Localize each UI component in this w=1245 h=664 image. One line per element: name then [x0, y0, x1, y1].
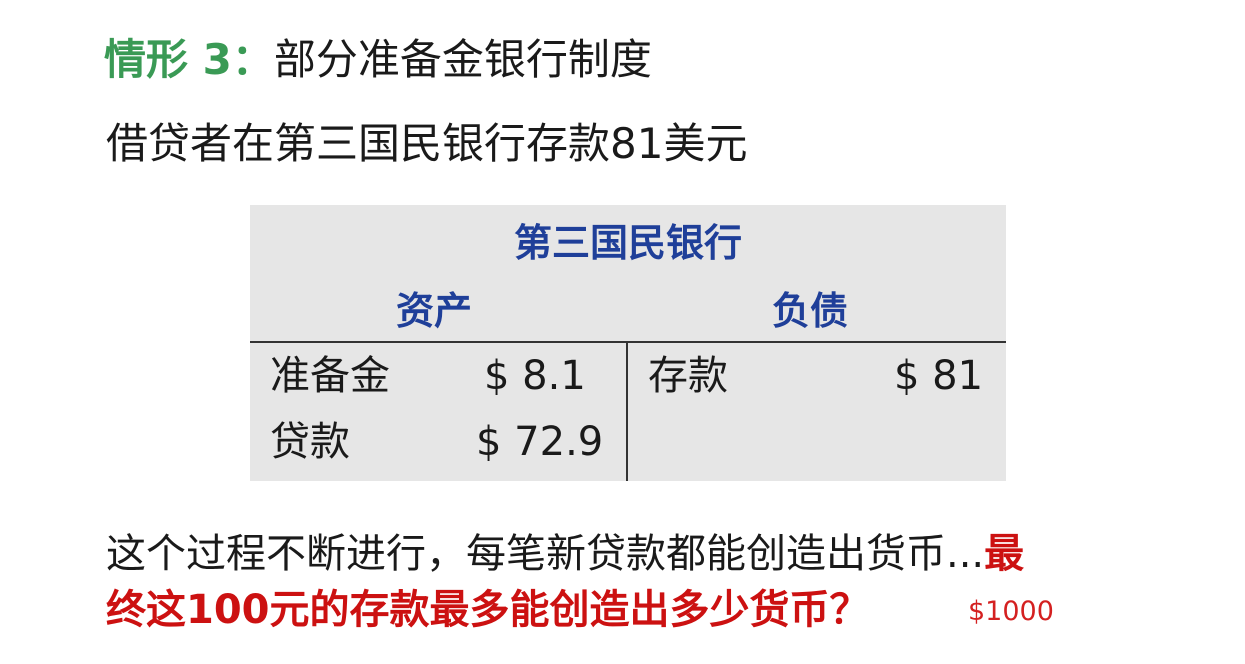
bank-name: 第三国民银行 [513, 221, 742, 265]
liabilities-header: 负债 [772, 289, 849, 333]
column-divider [626, 341, 628, 481]
liability-deposits-value: $ 81 [894, 353, 984, 399]
asset-loans-label: 贷款 [270, 419, 350, 465]
asset-reserves-value: $ 8.1 [484, 353, 586, 399]
slide-title: 情形 3：部分准备金银行制度 [104, 32, 652, 88]
conclusion-question: 终这100元的存款最多能创造出多少货币？ [106, 587, 870, 633]
conclusion-emphasis-start: 最 [984, 531, 1025, 577]
liability-deposits-label: 存款 [648, 353, 728, 399]
scenario-title: 部分准备金银行制度 [273, 35, 652, 84]
scenario-description: 借贷者在第三国民银行存款81美元 [106, 119, 748, 168]
conclusion-normal-text: 这个过程不断进行，每笔新贷款都能创造出货币... [106, 531, 985, 577]
assets-header: 资产 [396, 289, 473, 333]
answer-annotation: $1000 [968, 596, 1054, 627]
conclusion-text: 这个过程不断进行，每笔新贷款都能创造出货币...最 终这100元的存款最多能创造… [106, 526, 1024, 638]
scenario-label: 情形 3： [104, 35, 274, 84]
t-account-table: 第三国民银行 资产 负债 准备金 $ 8.1 贷款 $ 72.9 存款 $ 81 [250, 205, 1006, 481]
asset-reserves-label: 准备金 [270, 353, 390, 399]
header-divider [250, 341, 1006, 343]
conclusion-line-1: 这个过程不断进行，每笔新贷款都能创造出货币...最 [106, 526, 1024, 582]
asset-loans-value: $ 72.9 [476, 419, 604, 465]
